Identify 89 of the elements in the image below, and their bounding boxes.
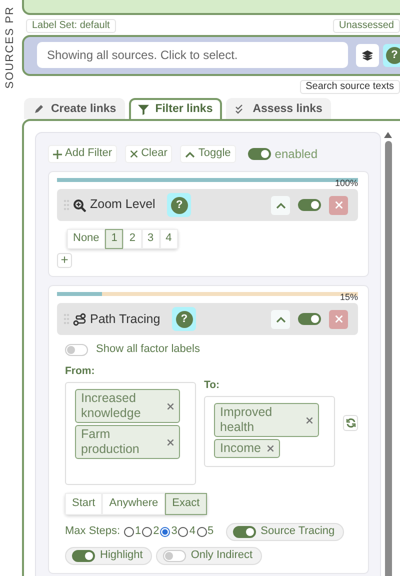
radio-label: 2 <box>153 525 160 539</box>
drag-handle-icon <box>64 314 69 324</box>
tag-field[interactable]: Increased knowledge Farm production <box>65 382 196 486</box>
toggle-label: Source Tracing <box>260 525 335 539</box>
chevron-up-icon <box>276 316 286 323</box>
toolbar-button[interactable]: Toggle <box>180 145 236 164</box>
route-icon <box>73 312 86 326</box>
help-icon: ? <box>176 310 193 328</box>
factor-tag[interactable]: Increased knowledge <box>75 389 180 424</box>
collapse-button[interactable] <box>271 196 290 215</box>
radio-button[interactable] <box>160 526 170 537</box>
steps-label: Max Steps: <box>65 525 120 539</box>
search-link[interactable]: Search source texts <box>300 80 400 94</box>
field-label: To: <box>204 379 221 392</box>
help-button[interactable]: ? <box>383 44 400 66</box>
chevron-up-icon <box>185 150 196 158</box>
toggle-label: Only Indirect <box>190 548 253 562</box>
zoom-option[interactable]: 1 <box>105 229 124 249</box>
toggle-pill[interactable]: Highlight <box>65 546 152 564</box>
radio-button[interactable] <box>178 526 188 537</box>
toggle-switch[interactable] <box>298 313 321 326</box>
add-button[interactable]: + <box>57 252 72 268</box>
filter-title: Path Tracing <box>90 312 160 328</box>
radio-button[interactable] <box>124 526 134 537</box>
pen-icon <box>33 103 45 116</box>
toggle-switch[interactable] <box>298 199 321 212</box>
layers-icon <box>362 50 373 60</box>
label-set-badge: Label Set: default <box>26 19 116 33</box>
help-icon: ? <box>170 196 188 214</box>
factor-tag[interactable]: Farm production <box>75 425 180 460</box>
toolbar-button[interactable]: Add Filter <box>48 145 118 164</box>
field-label: From: <box>65 365 96 378</box>
toggle-pill[interactable]: Only Indirect <box>156 546 262 564</box>
factor-tag[interactable]: Income <box>214 439 280 458</box>
progress-reading: 100% <box>334 178 358 188</box>
match-mode-option[interactable]: Exact <box>165 493 207 515</box>
tab[interactable]: Create links <box>24 98 126 120</box>
progress-reading: 15% <box>338 292 358 302</box>
tab[interactable]: Assess links <box>226 98 332 120</box>
zoom-option[interactable]: 2 <box>123 229 142 249</box>
sidebar-label: SOURCES PR <box>4 6 18 89</box>
toggle-pill[interactable]: Source Tracing <box>226 523 344 541</box>
switch-label: enabled <box>274 146 318 162</box>
toggle-switch[interactable] <box>162 550 186 562</box>
tab[interactable]: Filter links <box>129 98 222 120</box>
collapse-button[interactable] <box>271 310 290 329</box>
filter-icon <box>138 104 150 115</box>
remove-icon <box>167 438 174 446</box>
help-button[interactable]: ? <box>172 307 196 332</box>
tag-field[interactable]: Improved health Income <box>204 396 335 468</box>
layers-button[interactable] <box>356 44 379 66</box>
chevron-up-icon <box>276 202 286 209</box>
scroll-up-icon[interactable] <box>384 132 392 138</box>
close-icon <box>130 150 138 158</box>
zoom-icon <box>73 198 86 212</box>
zoom-option[interactable]: 4 <box>160 229 178 249</box>
match-mode-option[interactable]: Start <box>65 493 102 515</box>
toolbar-button[interactable]: Clear <box>125 145 172 164</box>
source-field[interactable]: Showing all sources. Click to select. <box>37 42 348 68</box>
toggle-label: Highlight <box>100 548 143 562</box>
remove-icon <box>267 445 274 452</box>
toggle-switch[interactable] <box>65 344 88 356</box>
zoom-option[interactable]: None <box>67 229 106 249</box>
factor-tag[interactable]: Improved health <box>214 403 319 438</box>
close-icon <box>334 315 342 324</box>
refresh-button[interactable] <box>343 415 358 432</box>
radio-label: 1 <box>135 525 142 539</box>
scrollbar[interactable] <box>384 132 392 576</box>
remove-icon <box>167 402 174 410</box>
help-icon: ? <box>386 46 400 64</box>
plus-icon <box>53 150 62 159</box>
toggle-switch[interactable] <box>232 526 256 538</box>
zoom-option[interactable]: 3 <box>142 229 160 249</box>
drag-handle-icon <box>64 200 69 210</box>
status-badge: Unassessed <box>332 19 400 33</box>
close-icon <box>334 201 342 210</box>
switch-label: Show all factor labels <box>96 343 200 358</box>
toggle-switch[interactable] <box>248 148 271 160</box>
refresh-icon <box>346 418 356 428</box>
remove-icon <box>306 416 313 424</box>
radio-button[interactable] <box>196 526 207 537</box>
help-button[interactable]: ? <box>167 193 192 218</box>
radio-label: 3 <box>171 525 178 539</box>
radio-label: 5 <box>208 525 214 539</box>
toggle-switch[interactable] <box>72 550 95 562</box>
radio-label: 4 <box>189 525 196 539</box>
filter-title: Zoom Level <box>90 197 156 213</box>
radio-button[interactable] <box>142 526 152 537</box>
match-mode-option[interactable]: Anywhere <box>102 493 166 515</box>
